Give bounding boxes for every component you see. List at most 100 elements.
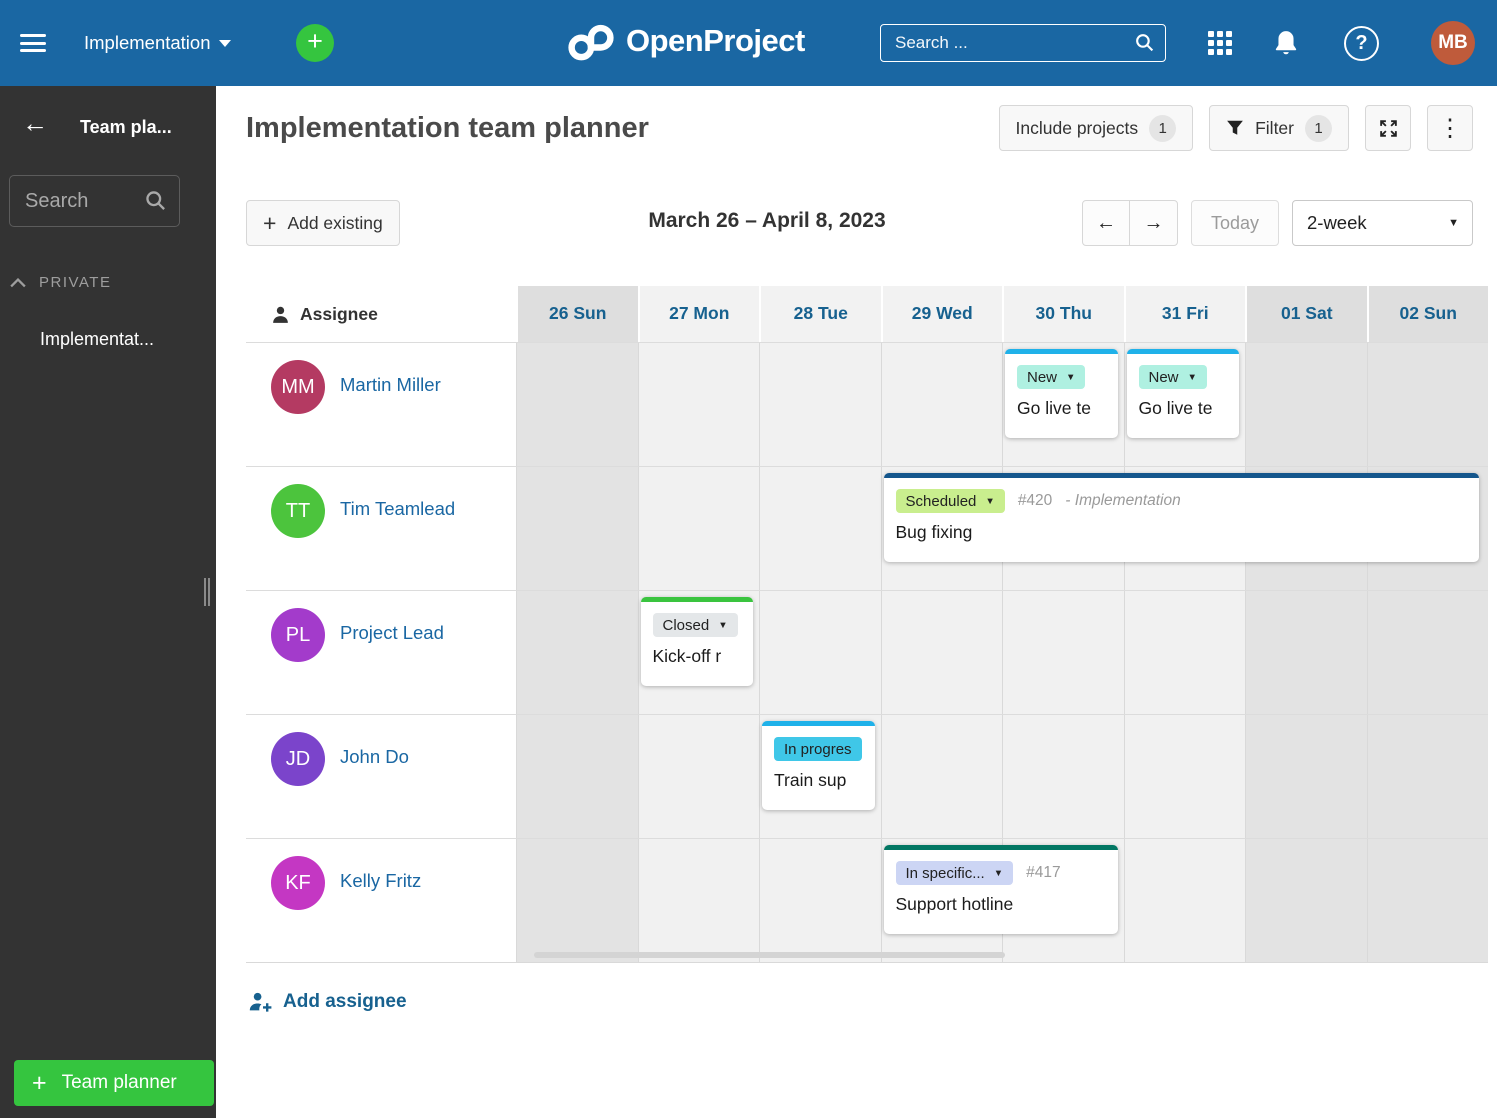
day-header-31-fri: 31 Fri	[1123, 286, 1245, 342]
add-person-icon	[249, 992, 272, 1012]
day-cell	[516, 467, 638, 590]
day-cell	[637, 343, 759, 466]
status-badge-label: In progres	[784, 740, 852, 758]
sidebar-item-implementation[interactable]: Implementat...	[40, 329, 154, 350]
work-package-id: #420	[1017, 492, 1053, 509]
top-navbar: Implementation + OpenProject ? MB	[0, 0, 1497, 86]
apps-grid-icon[interactable]	[1208, 31, 1232, 55]
filter-button[interactable]: Filter 1	[1209, 105, 1349, 151]
day-cell	[1366, 591, 1488, 714]
day-cell	[880, 715, 1002, 838]
next-period-button[interactable]: →	[1130, 201, 1177, 245]
sidebar-title: Team pla...	[80, 117, 172, 137]
assignee-name[interactable]: Tim Teamlead	[340, 498, 455, 520]
add-assignee-label: Add assignee	[283, 991, 407, 1012]
assignee-name[interactable]: Martin Miller	[340, 374, 441, 396]
chevron-up-icon	[10, 277, 26, 287]
left-sidebar: ← Team pla... PRIVATE Implementat... + T…	[0, 86, 216, 1118]
assignee-name[interactable]: Project Lead	[340, 622, 444, 644]
status-badge[interactable]: Closed ▼	[652, 613, 738, 637]
person-icon	[273, 306, 288, 323]
card-status-line: New ▼	[1138, 365, 1228, 389]
more-options-button[interactable]: ⋮	[1427, 105, 1473, 151]
page-title: Implementation team planner	[246, 111, 649, 144]
page-header: Implementation team planner Include proj…	[246, 100, 1473, 156]
work-package-card[interactable]: In progres Train sup	[762, 721, 875, 810]
global-search-input[interactable]	[880, 24, 1166, 62]
sidebar-back-button[interactable]: ←	[22, 108, 48, 139]
previous-period-button[interactable]: ←	[1083, 201, 1130, 245]
work-package-title: Train sup	[774, 770, 847, 790]
global-search	[880, 24, 1166, 62]
sidebar-resize-handle[interactable]	[204, 578, 212, 606]
day-cell	[1366, 839, 1488, 962]
assignee-row: TT Tim Teamlead Scheduled ▼ #420 - Implementa…	[246, 466, 1488, 590]
plus-icon: +	[32, 1068, 47, 1097]
calendar-body: MM Martin Miller New ▼ Go live te New ▼ Go live…	[246, 342, 1488, 963]
date-range-label: March 26 – April 8, 2023	[648, 209, 886, 232]
chevron-down-icon: ▼	[985, 495, 995, 507]
status-badge[interactable]: New ▼	[1138, 365, 1207, 389]
day-cell	[637, 715, 759, 838]
work-package-project: - Implementation	[1065, 492, 1181, 509]
new-team-planner-button[interactable]: + Team planner	[14, 1060, 214, 1106]
horizontal-scrollbar[interactable]	[534, 952, 1005, 958]
today-button[interactable]: Today	[1190, 200, 1279, 246]
assignee-column-header: Assignee	[246, 286, 516, 342]
assignee-cell: PL Project Lead	[246, 591, 516, 714]
fullscreen-button[interactable]	[1365, 105, 1411, 151]
notifications-bell-icon[interactable]	[1273, 29, 1299, 62]
work-package-card[interactable]: New ▼ Go live te	[1126, 349, 1239, 438]
status-badge-label: New	[1148, 368, 1179, 386]
help-icon[interactable]: ?	[1344, 26, 1379, 61]
day-cell	[516, 839, 638, 962]
day-cell	[880, 591, 1002, 714]
status-badge[interactable]: Scheduled ▼	[895, 489, 1005, 513]
openproject-logo[interactable]: OpenProject	[566, 20, 805, 62]
include-projects-button[interactable]: Include projects 1	[998, 105, 1194, 151]
assignee-cell: JD John Do	[246, 715, 516, 838]
add-assignee-button[interactable]: Add assignee	[248, 991, 407, 1013]
sidebar-search	[9, 175, 180, 227]
hamburger-menu-icon[interactable]	[20, 34, 46, 57]
day-cell	[1245, 715, 1367, 838]
assignee-name[interactable]: John Do	[340, 746, 409, 768]
project-dropdown[interactable]: Implementation	[84, 0, 232, 86]
day-header-29-wed: 29 Wed	[880, 286, 1002, 342]
avatar: PL	[271, 608, 325, 662]
kebab-icon: ⋮	[1438, 114, 1462, 142]
planner-toolbar: + Add existing March 26 – April 8, 2023 …	[246, 200, 1473, 246]
openproject-logo-icon	[568, 24, 614, 61]
chevron-down-icon: ▼	[718, 619, 728, 631]
sidebar-section-private[interactable]: PRIVATE	[10, 274, 111, 291]
day-cell	[1123, 839, 1245, 962]
assignee-cell: TT Tim Teamlead	[246, 467, 516, 590]
day-cell	[516, 343, 638, 466]
avatar: TT	[271, 484, 325, 538]
work-package-title: Go live te	[1017, 398, 1091, 418]
work-package-card[interactable]: Scheduled ▼ #420 - Implementation Bug fixing	[883, 473, 1479, 562]
card-status-line: Closed ▼	[652, 613, 742, 637]
range-select[interactable]: 2-week ▼	[1292, 200, 1473, 246]
card-status-line: In progres	[774, 737, 863, 761]
assignee-name[interactable]: Kelly Fritz	[340, 870, 421, 892]
status-badge[interactable]: In specific... ▼	[895, 861, 1014, 885]
expand-icon	[1379, 119, 1397, 137]
work-package-card[interactable]: New ▼ Go live te	[1005, 349, 1118, 438]
include-projects-count-badge: 1	[1149, 114, 1177, 142]
chevron-down-icon: ▼	[1187, 371, 1197, 383]
avatar: KF	[271, 856, 325, 910]
filter-label: Filter	[1255, 117, 1294, 138]
status-badge[interactable]: In progres	[774, 737, 862, 761]
work-package-card[interactable]: Closed ▼ Kick-off r	[640, 597, 753, 686]
work-package-card[interactable]: In specific... ▼ #417 Support hotline	[883, 845, 1118, 934]
day-cell	[1245, 591, 1367, 714]
status-badge[interactable]: New ▼	[1017, 365, 1086, 389]
add-existing-label: Add existing	[287, 212, 383, 233]
global-add-button[interactable]: +	[296, 24, 334, 62]
add-existing-button[interactable]: + Add existing	[246, 200, 400, 246]
day-cell	[1002, 591, 1124, 714]
user-avatar[interactable]: MB	[1431, 21, 1475, 65]
day-cell	[516, 591, 638, 714]
day-header-27-mon: 27 Mon	[637, 286, 759, 342]
